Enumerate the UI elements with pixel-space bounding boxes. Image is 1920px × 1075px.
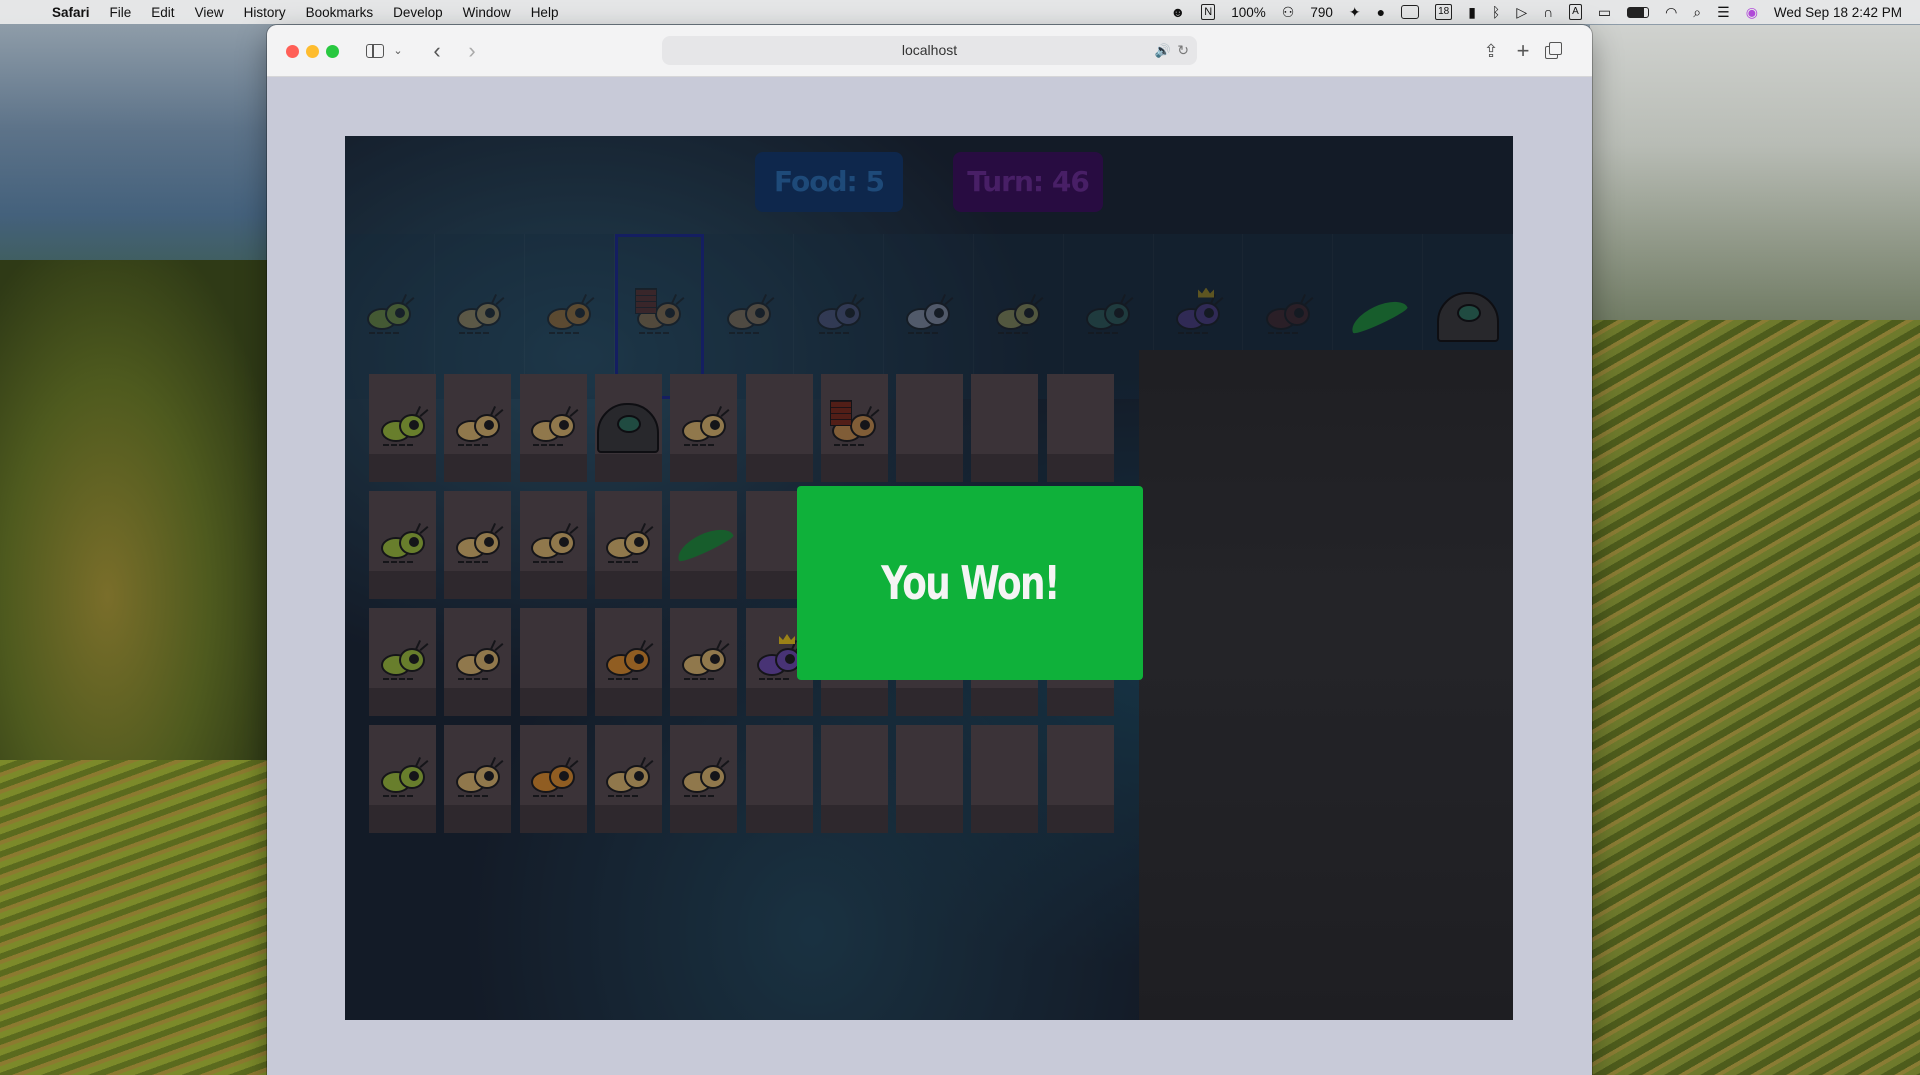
- menu-develop[interactable]: Develop: [393, 5, 443, 20]
- menu-window[interactable]: Window: [463, 5, 511, 20]
- wallpaper-vineyard-left: [0, 760, 268, 1075]
- phone-icon[interactable]: ▮: [1468, 5, 1476, 19]
- browser-toolbar: ⌄ ‹ › localhost 🔊 ↻ ⇪ +: [267, 25, 1592, 77]
- zoom-window-button[interactable]: [326, 45, 339, 58]
- menu-bookmarks[interactable]: Bookmarks: [306, 5, 374, 20]
- apple-menu-icon[interactable]: [20, 4, 36, 20]
- wallpaper-vineyard-right: [1590, 320, 1920, 1075]
- menubar-status-area: ☻ N 100% ⚇ 790 ✦ ● 18 ▮ ᛒ ▷ ∩ A ▭ ◠ ⌕ ☰ …: [1171, 4, 1902, 20]
- wallpaper-forest: [0, 260, 268, 820]
- clock[interactable]: Wed Sep 18 2:42 PM: [1774, 5, 1902, 20]
- menu-file[interactable]: File: [110, 5, 132, 20]
- calendar-icon[interactable]: 18: [1435, 4, 1453, 20]
- forward-button[interactable]: ›: [462, 40, 482, 62]
- tab-overview-button[interactable]: [1542, 40, 1564, 62]
- address-bar[interactable]: localhost 🔊 ↻: [662, 36, 1197, 65]
- menu-app-safari[interactable]: Safari: [52, 5, 90, 20]
- audio-playing-icon[interactable]: 🔊: [1155, 36, 1171, 65]
- game-canvas[interactable]: Food: 5 Turn: 46 You Won!: [345, 136, 1513, 1020]
- new-tab-button[interactable]: +: [1512, 40, 1534, 62]
- play-icon[interactable]: ▷: [1516, 5, 1527, 19]
- menubar: Safari File Edit View History Bookmarks …: [0, 0, 1920, 24]
- minimize-window-button[interactable]: [306, 45, 319, 58]
- activity-icon[interactable]: ⚇: [1282, 5, 1295, 19]
- tab-overview-icon-back: [1549, 42, 1562, 55]
- cat-icon[interactable]: ☻: [1171, 5, 1186, 19]
- back-button[interactable]: ‹: [427, 40, 447, 62]
- address-text: localhost: [901, 42, 958, 58]
- headphones-icon[interactable]: ∩: [1543, 5, 1553, 19]
- wallpaper-fog: [1590, 25, 1920, 325]
- control-center-icon[interactable]: ☰: [1717, 5, 1730, 19]
- menu-history[interactable]: History: [244, 5, 286, 20]
- browser-window: ⌄ ‹ › localhost 🔊 ↻ ⇪ + Food: 5 Turn: 46…: [267, 25, 1592, 1075]
- counter-value[interactable]: 790: [1310, 5, 1333, 20]
- bluetooth-icon[interactable]: ᛒ: [1492, 5, 1500, 19]
- siri-icon[interactable]: ◉: [1746, 5, 1758, 19]
- share-button[interactable]: ⇪: [1480, 40, 1502, 62]
- sync-icon[interactable]: ✦: [1349, 5, 1361, 19]
- input-source-icon[interactable]: A: [1569, 4, 1582, 20]
- chevron-down-icon[interactable]: ⌄: [391, 40, 405, 62]
- menu-edit[interactable]: Edit: [151, 5, 174, 20]
- wechat-icon[interactable]: ●: [1377, 5, 1385, 19]
- display-icon[interactable]: ▭: [1598, 5, 1611, 19]
- win-message: You Won!: [881, 556, 1060, 610]
- wifi-icon[interactable]: ◠: [1665, 5, 1677, 19]
- battery-percent: 100%: [1231, 4, 1266, 20]
- sidebar-toggle-button[interactable]: [364, 40, 386, 62]
- search-icon[interactable]: ⌕: [1693, 5, 1701, 19]
- win-dialog: You Won!: [797, 486, 1143, 680]
- menu-help[interactable]: Help: [531, 5, 559, 20]
- close-window-button[interactable]: [286, 45, 299, 58]
- battery-icon[interactable]: [1627, 6, 1650, 18]
- menu-view[interactable]: View: [195, 5, 224, 20]
- reload-icon[interactable]: ↻: [1177, 36, 1189, 65]
- notion-icon[interactable]: N: [1201, 4, 1216, 20]
- window-icon[interactable]: [1401, 5, 1420, 19]
- sidebar-icon: [366, 44, 384, 58]
